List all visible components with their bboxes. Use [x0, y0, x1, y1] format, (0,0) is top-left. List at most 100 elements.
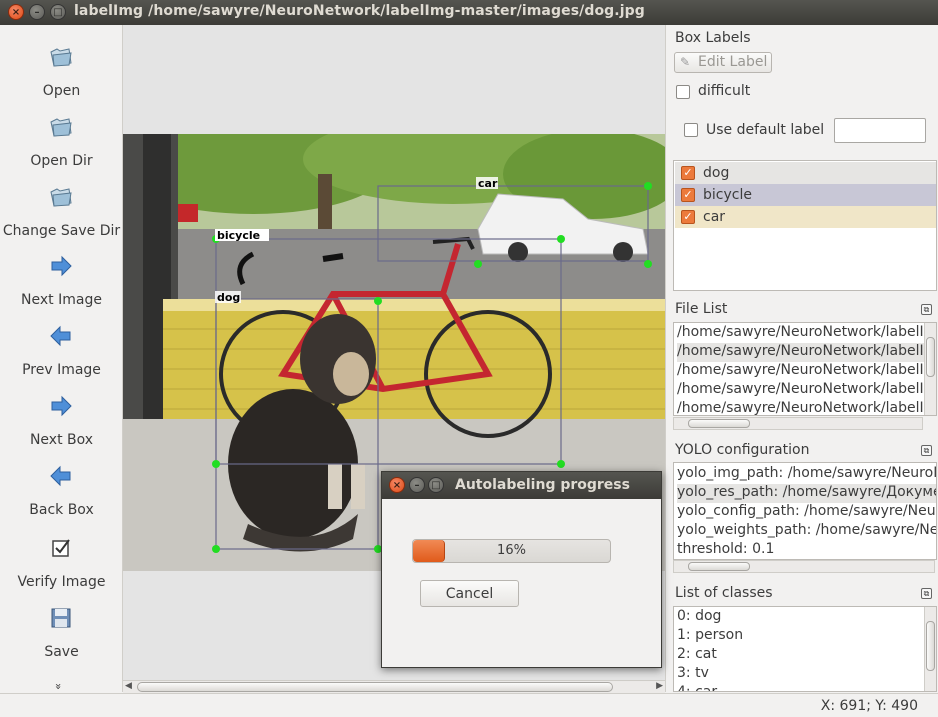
float-panel-icon[interactable]: ⧉ [921, 304, 932, 315]
classes-list: 0: dog 1: person 2: cat 3: tv 4: car [673, 606, 937, 692]
checkmark-icon[interactable]: ✓ [681, 188, 695, 202]
dialog-titlebar: × – □ Autolabeling progress [382, 472, 661, 499]
use-default-label-text: Use default label [706, 122, 825, 138]
class-item[interactable]: 4: car [677, 684, 717, 691]
arrow-right-icon [51, 395, 72, 417]
dialog-title: Autolabeling progress [455, 477, 630, 493]
box-labels-list: ✓ dog ✓ bicycle ✓ car [673, 160, 937, 291]
checkmark-icon[interactable]: ✓ [681, 166, 695, 180]
open-dir-button[interactable]: Open Dir [0, 103, 123, 173]
open-button[interactable]: Open [0, 33, 123, 103]
arrow-right-icon [51, 255, 72, 277]
save-label: Save [44, 644, 79, 660]
file-list-vertical-scrollbar[interactable] [924, 323, 936, 415]
minimize-window-button[interactable]: – [29, 4, 45, 20]
open-label: Open [42, 83, 81, 99]
cursor-coordinates: X: 691; Y: 490 [820, 698, 918, 714]
difficult-label: difficult [698, 83, 751, 99]
edit-icon: ✎ [680, 55, 691, 69]
next-image-label: Next Image [21, 292, 102, 308]
label-row-car[interactable]: ✓ car [675, 206, 936, 228]
file-list-hscroll-thumb[interactable] [688, 419, 750, 428]
scroll-right-arrow-icon[interactable]: ▶ [656, 681, 663, 691]
right-dock: Box Labels ✎ Edit Label difficult Use de… [665, 25, 938, 692]
file-list-item[interactable]: /home/sawyre/NeuroNetwork/labelImg-maste… [677, 400, 936, 415]
checkmark-icon[interactable]: ✓ [681, 210, 695, 224]
folder-open-icon [50, 48, 72, 67]
float-panel-icon[interactable]: ⧉ [921, 445, 932, 456]
class-item[interactable]: 0: dog [677, 608, 721, 627]
change-save-dir-label: Change Save Dir [2, 223, 121, 239]
yolo-weights-path[interactable]: yolo_weights_path: /home/sawyre/NeuroNet… [677, 522, 936, 541]
yolo-img-path[interactable]: yolo_img_path: /home/sawyre/NeuroNetwork [677, 465, 936, 484]
edit-label-button[interactable]: ✎ Edit Label [674, 52, 772, 73]
default-label-input[interactable] [834, 118, 926, 143]
folder-open-icon [50, 188, 72, 207]
window-title: labelImg /home/sawyre/NeuroNetwork/label… [74, 3, 645, 19]
prev-image-label: Prev Image [22, 362, 101, 378]
label-row-bicycle[interactable]: ✓ bicycle [675, 184, 936, 206]
file-list-title: File List [675, 301, 728, 317]
dialog-maximize-button[interactable]: □ [428, 477, 444, 493]
float-panel-icon[interactable]: ⧉ [921, 588, 932, 599]
file-list-item[interactable]: /home/sawyre/NeuroNetwork/labelImg-maste… [677, 362, 936, 381]
back-box-label: Back Box [29, 502, 94, 518]
back-box-button[interactable]: Back Box [0, 452, 123, 522]
classes-title: List of classes [675, 585, 773, 601]
verify-image-button[interactable]: Verify Image [0, 524, 123, 594]
file-list-horizontal-scrollbar[interactable] [673, 417, 923, 430]
use-default-label-checkbox[interactable] [684, 123, 698, 137]
yolo-config-list: yolo_img_path: /home/sawyre/NeuroNetwork… [673, 462, 937, 560]
checkbox-icon [52, 539, 70, 557]
classes-scroll-thumb[interactable] [926, 621, 935, 671]
close-window-button[interactable]: × [8, 4, 24, 20]
toolbar-more-chevron-icon[interactable]: » [52, 683, 65, 690]
canvas-horizontal-scrollbar[interactable]: ◀ ▶ [123, 680, 665, 693]
yolo-config-title: YOLO configuration [675, 442, 810, 458]
change-save-dir-button[interactable]: Change Save Dir [0, 173, 123, 243]
status-bar: X: 691; Y: 490 [0, 693, 938, 717]
yolo-hscroll-thumb[interactable] [688, 562, 750, 571]
next-box-label: Next Box [29, 432, 94, 448]
edit-label-text: Edit Label [698, 54, 768, 70]
next-box-button[interactable]: Next Box [0, 382, 123, 452]
label-row-text: bicycle [703, 187, 752, 203]
left-toolbar: Open Open Dir Change Save Dir Next Image… [0, 25, 123, 692]
yolo-threshold[interactable]: threshold: 0.1 [677, 541, 774, 559]
file-list-item[interactable]: /home/sawyre/NeuroNetwork/labelImg-maste… [677, 324, 936, 343]
label-row-text: car [703, 209, 726, 225]
dialog-close-button[interactable]: × [389, 477, 405, 493]
maximize-window-button[interactable]: □ [50, 4, 66, 20]
label-row-text: dog [703, 165, 730, 181]
bicycle-box-label: bicycle [217, 229, 260, 242]
cancel-label: Cancel [445, 586, 494, 602]
box-labels-title: Box Labels [675, 30, 751, 46]
autolabeling-progress-bar: 16% [412, 539, 611, 563]
dialog-minimize-button[interactable]: – [409, 477, 425, 493]
file-list-item[interactable]: /home/sawyre/NeuroNetwork/labelImg-maste… [677, 343, 936, 362]
file-list-scroll-thumb[interactable] [926, 337, 935, 377]
save-button[interactable]: Save [0, 594, 123, 664]
yolo-res-path[interactable]: yolo_res_path: /home/sawyre/Документы [677, 484, 936, 503]
arrow-left-icon [50, 465, 71, 487]
classes-vertical-scrollbar[interactable] [924, 607, 936, 691]
yolo-config-path[interactable]: yolo_config_path: /home/sawyre/NeuroNetw… [677, 503, 936, 522]
class-item[interactable]: 3: tv [677, 665, 709, 684]
class-item[interactable]: 2: cat [677, 646, 717, 665]
verify-image-label: Verify Image [17, 574, 106, 590]
yolo-horizontal-scrollbar[interactable] [673, 560, 935, 573]
canvas-scroll-thumb[interactable] [137, 682, 613, 692]
label-row-dog[interactable]: ✓ dog [675, 162, 936, 184]
file-list-item[interactable]: /home/sawyre/NeuroNetwork/labelImg-maste… [677, 381, 936, 400]
file-list: /home/sawyre/NeuroNetwork/labelImg-maste… [673, 322, 937, 416]
difficult-checkbox[interactable] [676, 85, 690, 99]
progress-text: 16% [497, 543, 526, 558]
open-dir-label: Open Dir [30, 153, 93, 169]
car-box-label: car [478, 177, 498, 190]
floppy-disk-icon [51, 608, 71, 628]
class-item[interactable]: 1: person [677, 627, 743, 646]
prev-image-button[interactable]: Prev Image [0, 312, 123, 382]
next-image-button[interactable]: Next Image [0, 242, 123, 312]
scroll-left-arrow-icon[interactable]: ◀ [125, 681, 132, 691]
cancel-button[interactable]: Cancel [420, 580, 519, 607]
